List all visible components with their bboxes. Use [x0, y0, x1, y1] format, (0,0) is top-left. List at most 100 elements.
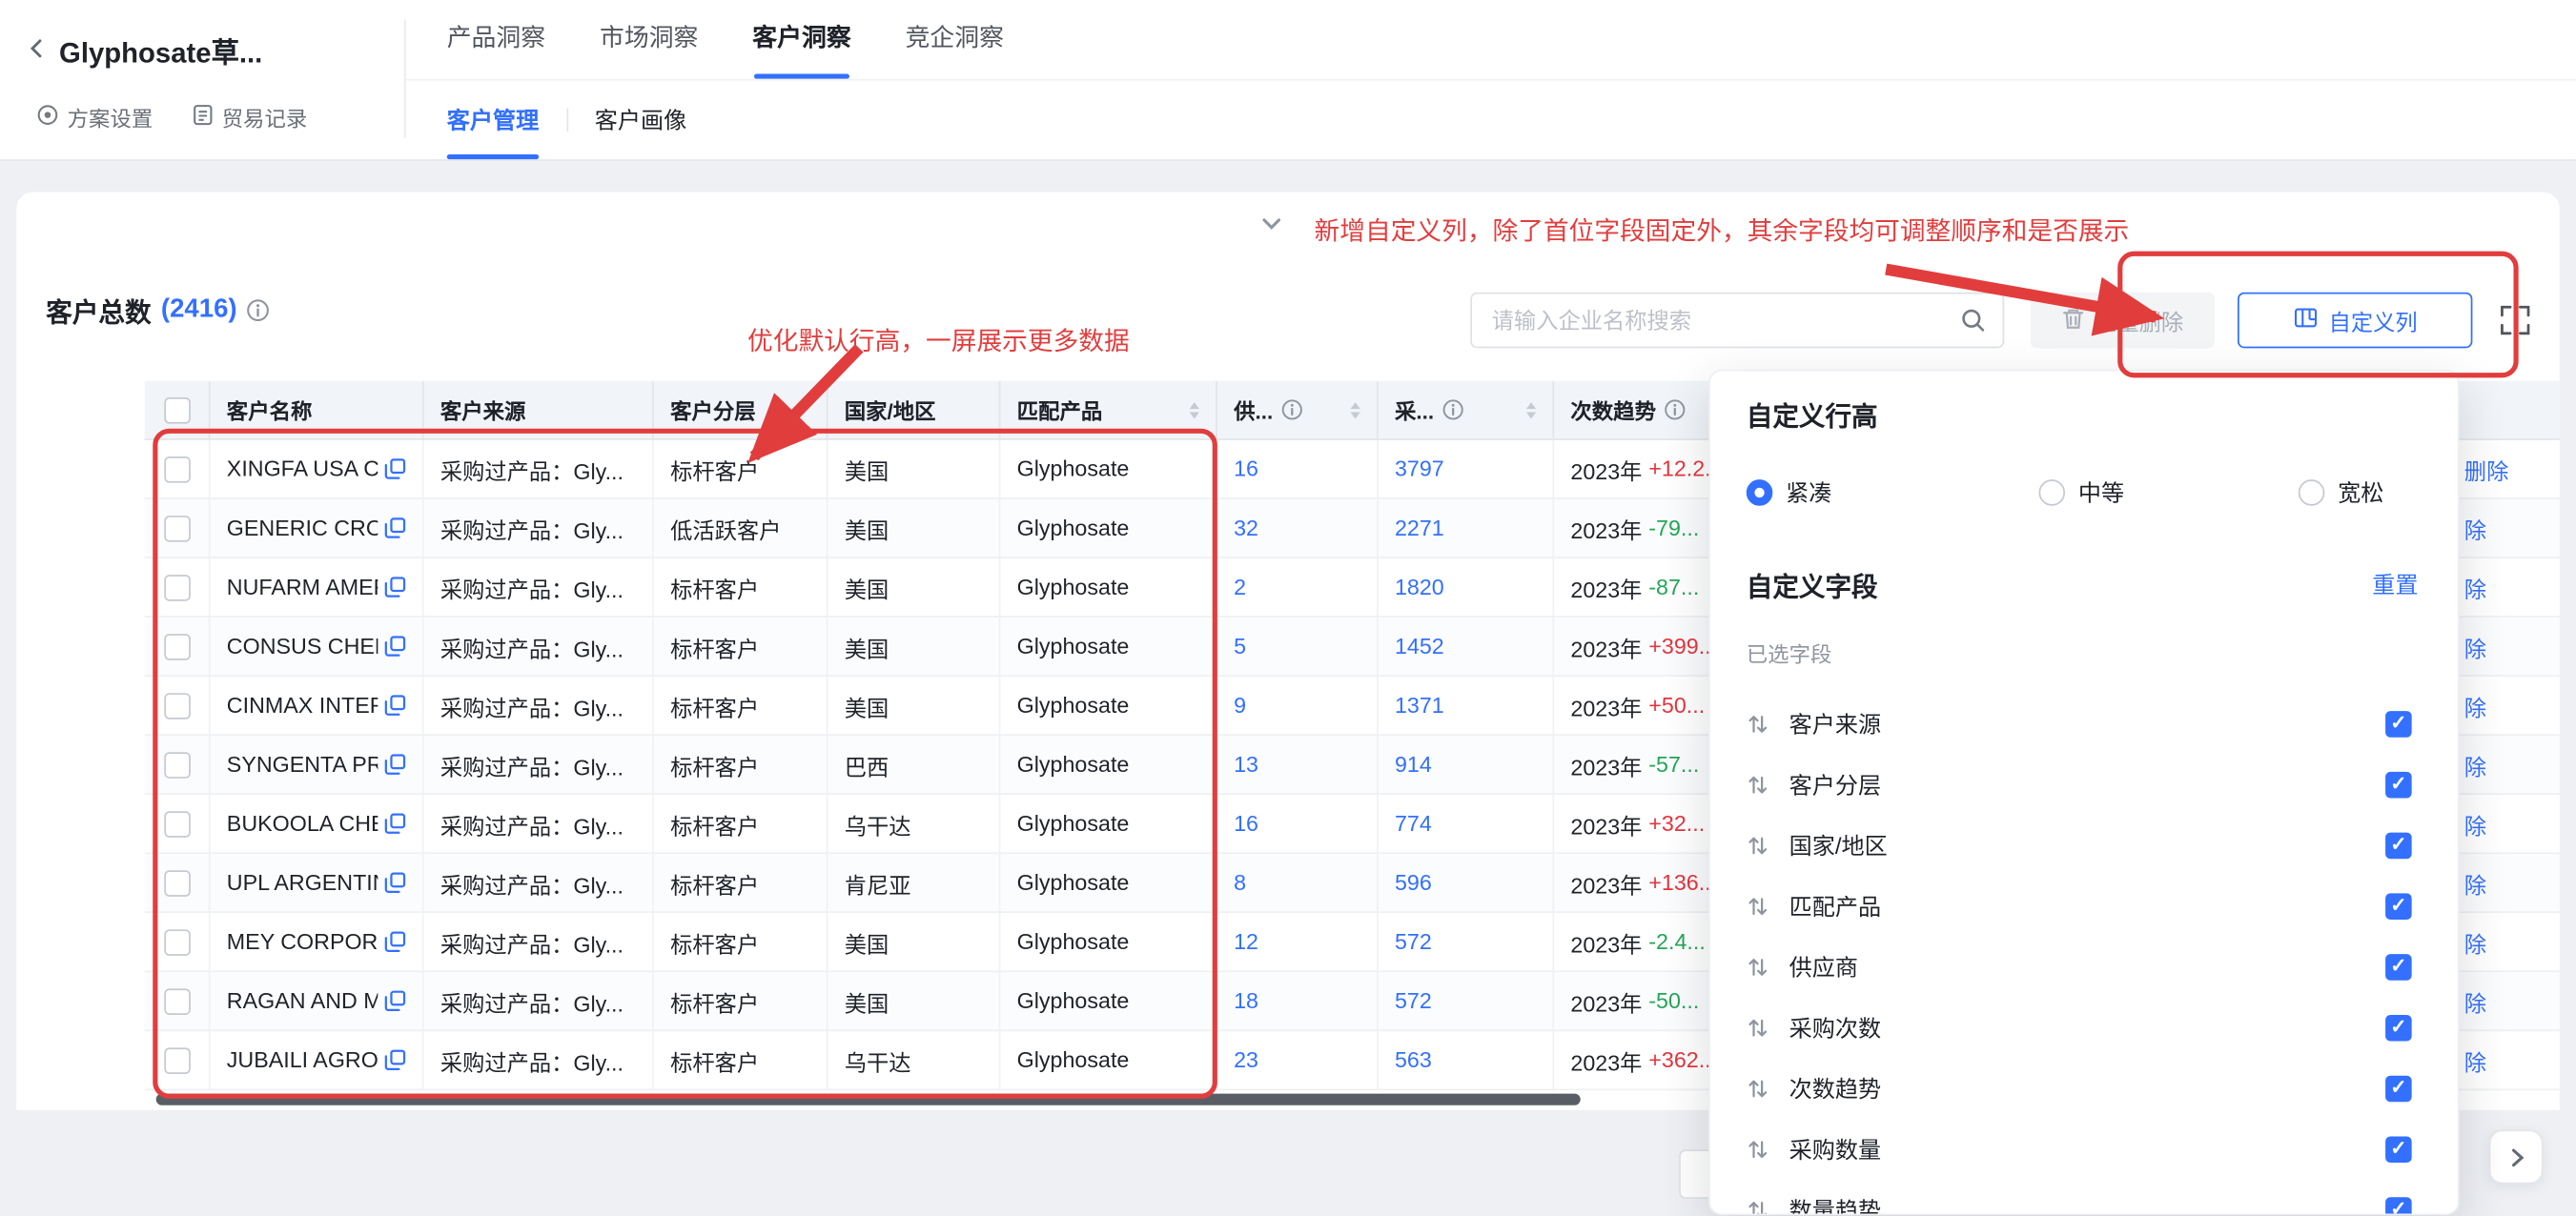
purchase-count-link[interactable]: 596	[1395, 870, 1432, 895]
suppliers-count-link[interactable]: 13	[1234, 752, 1258, 777]
delete-link[interactable]: 除	[2464, 630, 2486, 662]
col-header-customer-source[interactable]: 客户来源	[424, 381, 654, 440]
customer-name[interactable]: CINMAX INTERNATIO	[227, 693, 378, 718]
suppliers-count-link[interactable]: 16	[1234, 811, 1258, 836]
company-copy-icon[interactable]	[384, 695, 405, 716]
next-page-button[interactable]	[2489, 1130, 2544, 1185]
suppliers-count-link[interactable]: 12	[1234, 929, 1258, 954]
delete-link[interactable]: 除	[2464, 984, 2486, 1017]
row-checkbox[interactable]	[163, 515, 190, 541]
drag-handle-icon[interactable]	[1747, 955, 1769, 978]
customer-name[interactable]: SYNGENTA PROTEC	[227, 752, 378, 777]
delete-link[interactable]: 除	[2464, 689, 2486, 721]
col-header-customer-name[interactable]: 客户名称	[211, 381, 424, 440]
suppliers-count-link[interactable]: 5	[1234, 634, 1246, 659]
purchase-count-link[interactable]: 1452	[1395, 634, 1444, 659]
customer-name[interactable]: GENERIC CROP SCI	[227, 516, 378, 540]
col-header-purchase-count[interactable]: 采...	[1379, 381, 1554, 440]
back-chevron-icon[interactable]	[27, 33, 48, 66]
info-icon[interactable]	[247, 299, 270, 322]
field-checkbox[interactable]	[2385, 893, 2412, 920]
col-header-customer-tier[interactable]: 客户分层	[654, 381, 828, 440]
row-checkbox[interactable]	[163, 928, 190, 955]
customer-name[interactable]: BUKOOLA CHEMICA	[227, 811, 378, 836]
company-copy-icon[interactable]	[384, 517, 405, 538]
reset-link[interactable]: 重置	[2372, 568, 2418, 600]
row-checkbox[interactable]	[163, 692, 190, 719]
delete-link[interactable]: 除	[2464, 925, 2486, 958]
radio-icon[interactable]	[2038, 479, 2065, 506]
field-checkbox[interactable]	[2385, 832, 2412, 859]
delete-link[interactable]: 除	[2464, 866, 2486, 899]
row-checkbox[interactable]	[163, 633, 190, 659]
customer-name[interactable]: XINGFA USA CORPO	[227, 456, 378, 481]
sub-tab-1[interactable]: 客户画像	[595, 80, 686, 159]
col-header-matched-product[interactable]: 匹配产品	[1000, 381, 1216, 440]
row-checkbox[interactable]	[163, 574, 190, 600]
field-checkbox[interactable]	[2385, 1014, 2412, 1041]
row-height-radio-1[interactable]: 中等	[2038, 476, 2124, 509]
info-icon[interactable]	[1281, 399, 1302, 420]
top-tab-2[interactable]: 客户洞察	[752, 0, 850, 79]
suppliers-count-link[interactable]: 2	[1234, 575, 1246, 599]
row-checkbox[interactable]	[163, 988, 190, 1015]
row-height-radio-2[interactable]: 宽松	[2299, 476, 2384, 509]
purchase-count-link[interactable]: 1820	[1395, 575, 1444, 599]
customer-name[interactable]: MEY CORPORATION	[227, 929, 378, 954]
company-copy-icon[interactable]	[384, 754, 405, 775]
fullscreen-icon[interactable]	[2494, 299, 2537, 342]
company-copy-icon[interactable]	[384, 872, 405, 893]
select-all-checkbox[interactable]	[163, 396, 190, 423]
company-copy-icon[interactable]	[384, 577, 405, 598]
customer-name[interactable]: JUBAILI AGROTEC LI	[227, 1047, 378, 1072]
delete-link[interactable]: 除	[2464, 571, 2486, 603]
purchase-count-link[interactable]: 1371	[1395, 693, 1444, 718]
suppliers-count-link[interactable]: 23	[1234, 1047, 1258, 1072]
suppliers-count-link[interactable]: 9	[1234, 693, 1246, 718]
row-checkbox[interactable]	[163, 751, 190, 778]
top-tab-0[interactable]: 产品洞察	[447, 0, 545, 79]
company-copy-icon[interactable]	[384, 458, 405, 479]
delete-link[interactable]: 除	[2464, 807, 2486, 840]
purchase-count-link[interactable]: 2271	[1395, 516, 1444, 540]
radio-icon[interactable]	[1747, 479, 1773, 506]
customer-name[interactable]: RAGAN AND MASSE	[227, 988, 378, 1013]
row-checkbox[interactable]	[163, 1047, 190, 1074]
drag-handle-icon[interactable]	[1747, 1137, 1769, 1160]
company-copy-icon[interactable]	[384, 636, 405, 657]
customer-name[interactable]: CONSUS CHEMICAL	[227, 634, 378, 659]
col-header-country[interactable]: 国家/地区	[828, 381, 1000, 440]
field-checkbox[interactable]	[2385, 1136, 2412, 1163]
custom-columns-button[interactable]: 自定义列	[2238, 293, 2472, 349]
purchase-count-link[interactable]: 914	[1395, 752, 1432, 777]
drag-handle-icon[interactable]	[1747, 834, 1769, 857]
sub-tab-0[interactable]: 客户管理	[447, 80, 539, 159]
delete-link[interactable]: 删除	[2464, 453, 2509, 485]
field-checkbox[interactable]	[2385, 1196, 2412, 1215]
purchase-count-link[interactable]: 774	[1395, 811, 1432, 836]
field-checkbox[interactable]	[2385, 771, 2412, 798]
purchase-count-link[interactable]: 563	[1395, 1047, 1432, 1072]
chevron-down-icon[interactable]	[1256, 207, 1288, 239]
drag-handle-icon[interactable]	[1747, 1198, 1769, 1215]
row-height-radio-0[interactable]: 紧凑	[1747, 476, 1832, 509]
suppliers-count-link[interactable]: 18	[1234, 988, 1258, 1013]
breadcrumb-back[interactable]: Glyphosate草...	[27, 30, 263, 71]
row-checkbox[interactable]	[163, 810, 190, 837]
field-checkbox[interactable]	[2385, 710, 2412, 737]
search-input[interactable]	[1472, 308, 1960, 333]
batch-delete-button[interactable]: 批量删除	[2031, 293, 2215, 349]
company-copy-icon[interactable]	[384, 1049, 405, 1070]
company-copy-icon[interactable]	[384, 990, 405, 1011]
field-checkbox[interactable]	[2385, 1075, 2412, 1102]
sort-icon[interactable]	[1526, 401, 1536, 417]
drag-handle-icon[interactable]	[1747, 1016, 1769, 1039]
field-checkbox[interactable]	[2385, 953, 2412, 980]
company-copy-icon[interactable]	[384, 813, 405, 834]
info-icon[interactable]	[1665, 399, 1686, 420]
drag-handle-icon[interactable]	[1747, 712, 1769, 735]
plan-settings-link[interactable]: 方案设置	[36, 102, 153, 133]
customer-name[interactable]: NUFARM AMERICAS,	[227, 575, 378, 599]
suppliers-count-link[interactable]: 32	[1234, 516, 1258, 540]
horizontal-scrollbar[interactable]	[156, 1094, 1581, 1105]
